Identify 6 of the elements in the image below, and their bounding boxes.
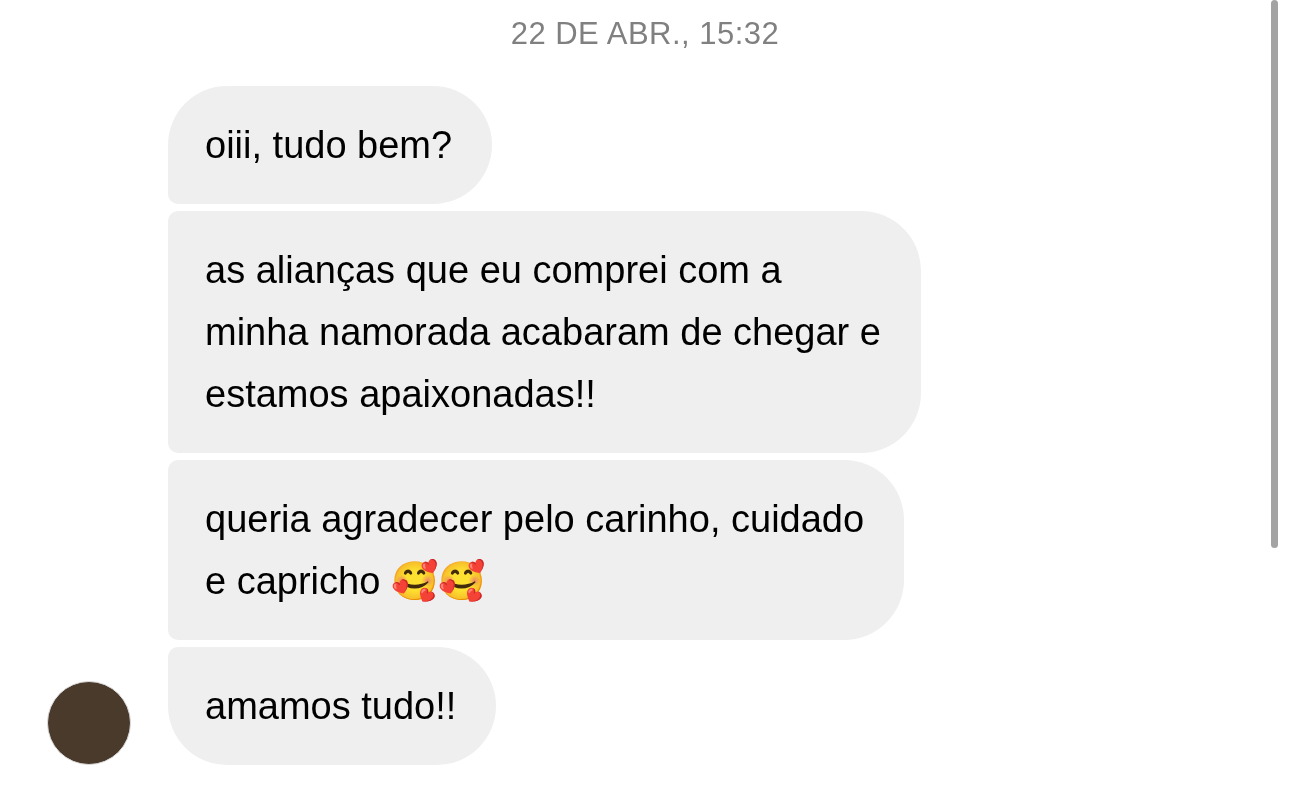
message-bubble: amamos tudo!! — [168, 647, 497, 765]
message-bubble: oiii, tudo bem? — [168, 86, 493, 204]
message-timestamp: 22 DE ABR., 15:32 — [509, 15, 781, 53]
scrollbar-thumb[interactable] — [1271, 0, 1278, 548]
message-bubble: as alianças que eu comprei com a minha namorada acabaram de chegar e estamos apaixonadas!! — [168, 211, 921, 453]
message-bubble: queria agradecer pelo carinho, cuidado e capricho 🥰🥰 — [168, 460, 905, 640]
